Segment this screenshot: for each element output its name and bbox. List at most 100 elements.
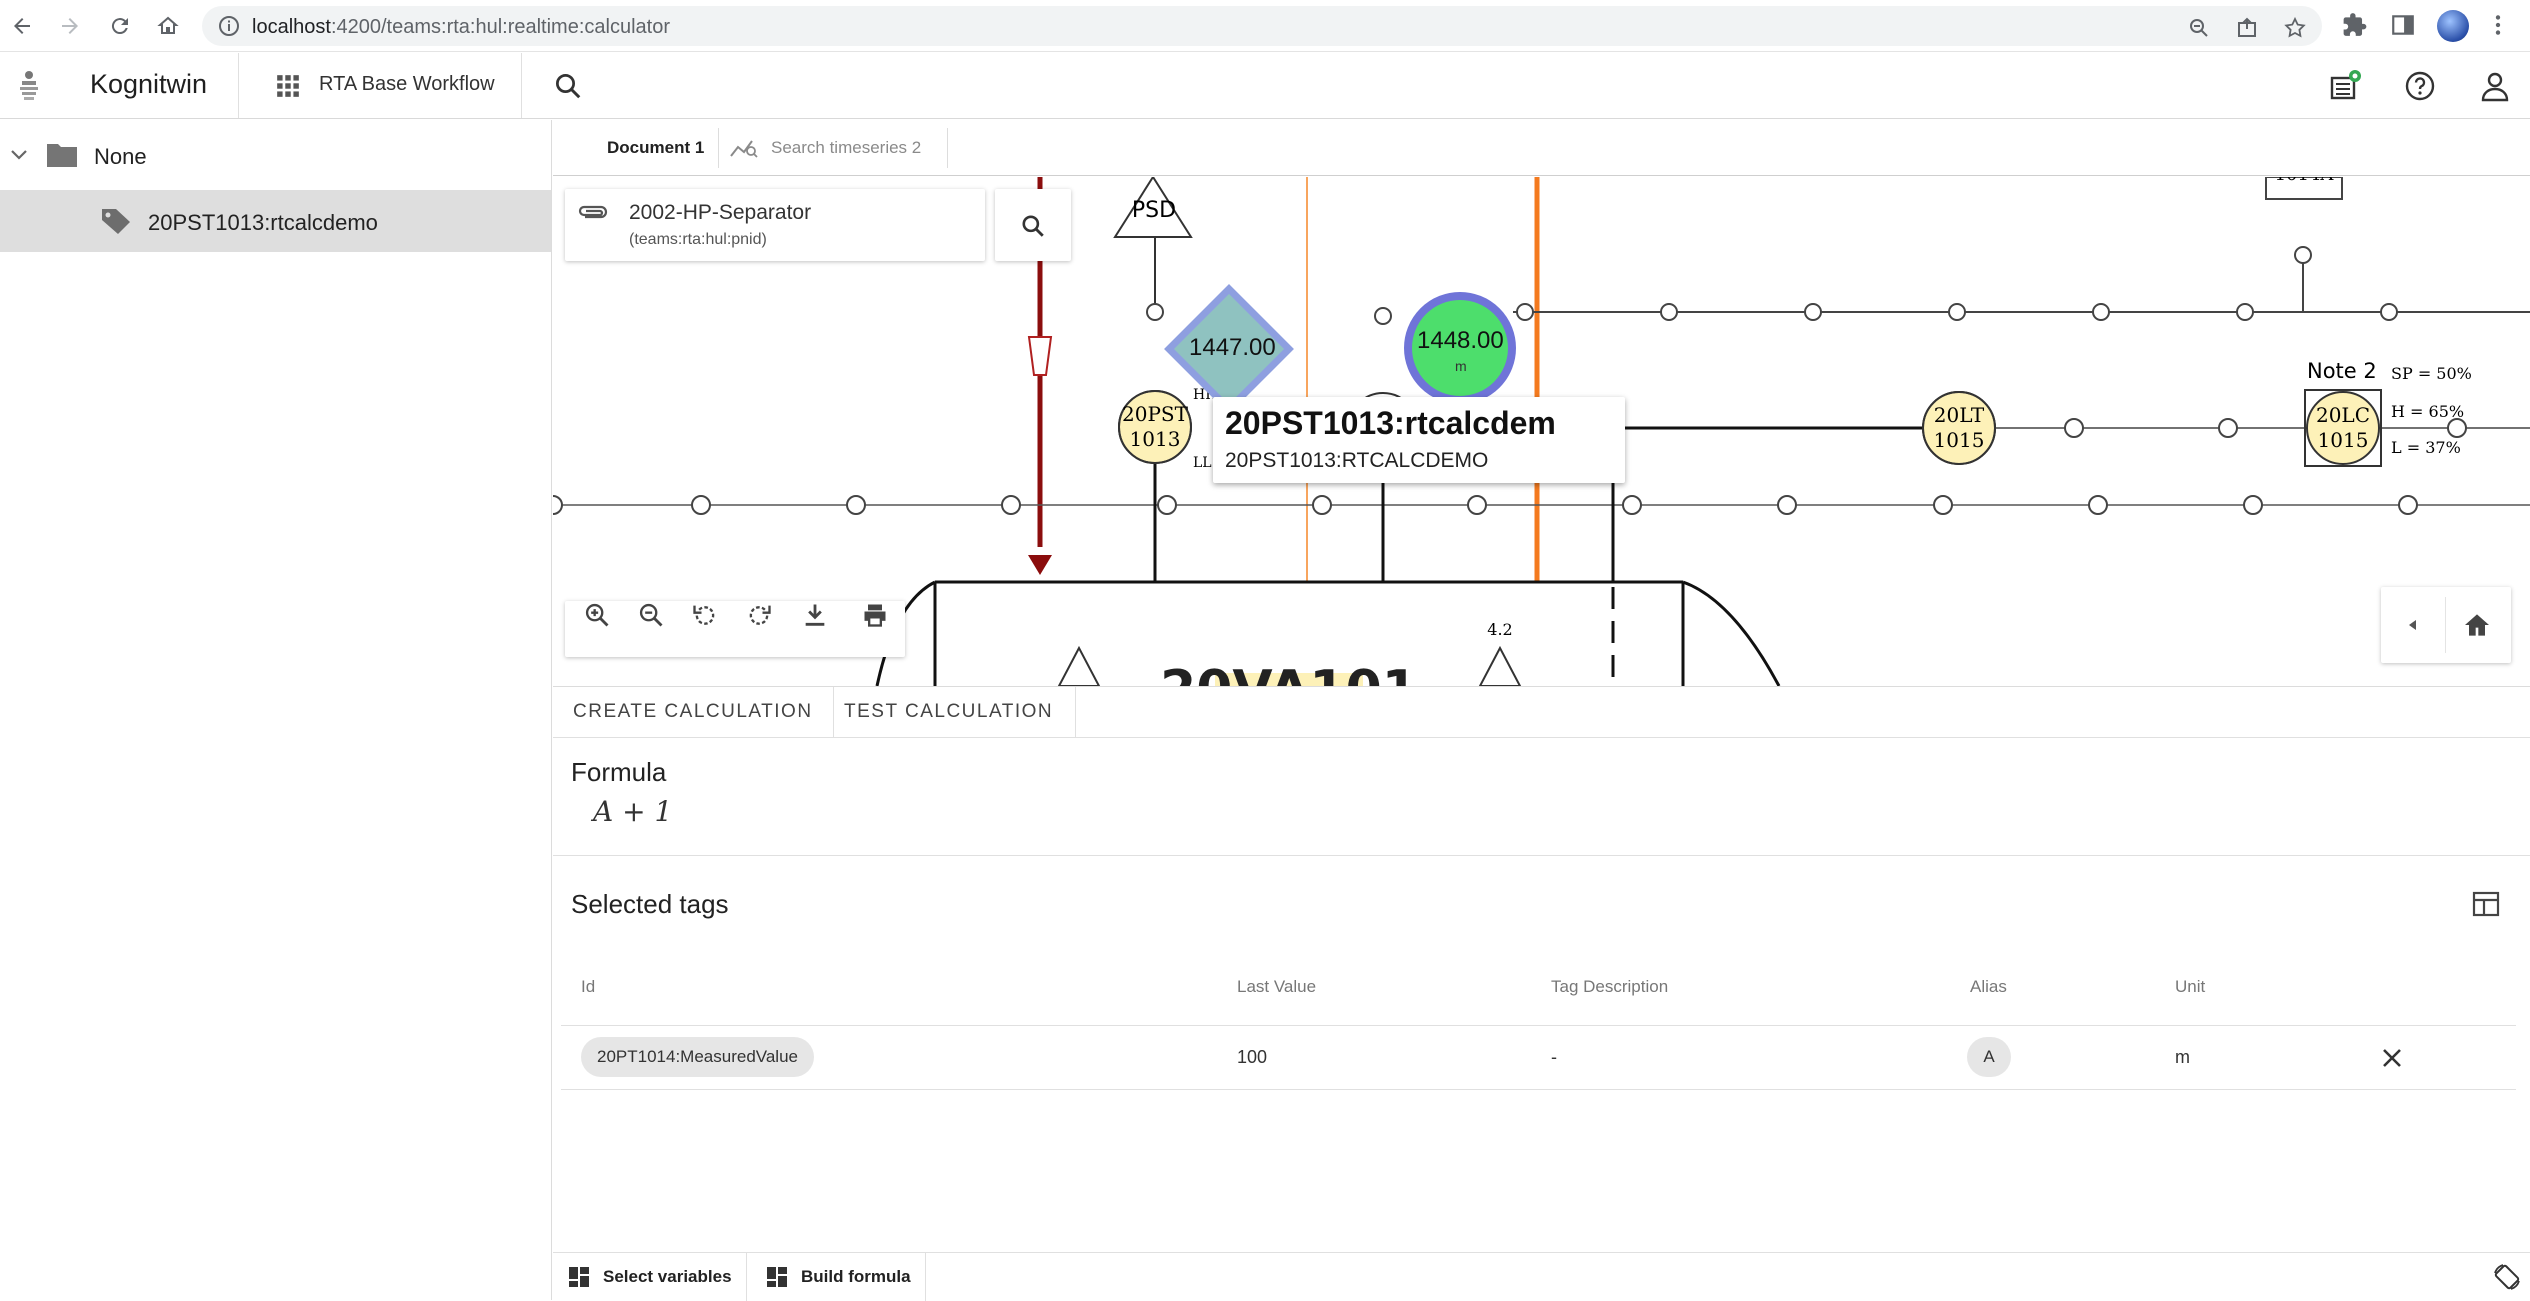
table-row-divider <box>561 1089 2516 1090</box>
back-icon[interactable] <box>6 10 38 42</box>
rotate-left-icon[interactable] <box>691 601 719 629</box>
unit-cell: m <box>2175 1047 2190 1067</box>
tag-icon <box>102 209 130 234</box>
column-header-last-value[interactable]: Last Value <box>1237 977 1316 997</box>
tag-description-cell: - <box>1551 1047 1557 1067</box>
l-label: L = 37% <box>2391 438 2461 457</box>
circle-value-unit: m <box>1455 358 1467 374</box>
vessel-tag-label: 20VA101 <box>1160 660 1418 686</box>
header-divider <box>238 53 239 118</box>
tooltip-subtitle: 20PST1013:RTCALCDEMO <box>1225 449 1489 472</box>
formula-title: Formula <box>571 757 667 787</box>
browser-toolbar: localhost:4200/teams:rta:hul:realtime:ca… <box>0 0 2530 52</box>
profile-avatar[interactable] <box>2437 10 2469 42</box>
selected-tags-title: Selected tags <box>571 889 729 919</box>
diamond-value-marker[interactable]: 1447.00 <box>1189 334 1276 362</box>
tab-create-calculation[interactable]: CREATE CALCULATION <box>553 687 834 737</box>
chevron-down-icon[interactable] <box>8 144 30 166</box>
tree-item-label: None <box>94 144 147 169</box>
dashboard-icon <box>569 1267 589 1287</box>
extensions-icon[interactable] <box>2342 12 2368 38</box>
column-header-id[interactable]: Id <box>581 977 595 997</box>
circle-value-marker[interactable]: 1448.00 <box>1417 327 1504 355</box>
nav-divider <box>2445 597 2446 653</box>
notifications-icon[interactable] <box>2328 69 2362 103</box>
address-bar[interactable]: localhost:4200/teams:rta:hul:realtime:ca… <box>202 6 2322 46</box>
document-file-card[interactable]: 2002-HP-Separator (teams:rta:hul:pnid) <box>565 189 985 261</box>
attachment-icon <box>578 205 608 219</box>
table-header-divider <box>561 1025 2516 1026</box>
document-path: (teams:rta:hul:pnid) <box>629 231 767 248</box>
column-header-alias[interactable]: Alias <box>1970 977 2007 997</box>
close-icon[interactable] <box>2379 1045 2405 1071</box>
build-formula-button[interactable]: Build formula <box>765 1253 926 1301</box>
diagram-toolbar <box>565 601 905 657</box>
search-icon[interactable] <box>553 71 583 101</box>
pnid-diagram[interactable]: 1014A 4.2 20VA101 20P <box>553 177 2530 686</box>
select-variables-button[interactable]: Select variables <box>567 1253 747 1301</box>
vessel-ref-label: 4.2 <box>1487 620 1512 639</box>
help-icon[interactable] <box>2403 69 2437 103</box>
zoom-in-icon[interactable] <box>583 601 611 629</box>
note2-label: Note 2 <box>2307 359 2377 383</box>
dashboard-icon <box>767 1267 787 1287</box>
tab-divider <box>718 128 719 168</box>
tooltip-title: 20PST1013:rtcalcdem <box>1225 405 1556 441</box>
zoom-out-icon[interactable] <box>637 601 665 629</box>
print-icon[interactable] <box>861 601 889 629</box>
collapse-left-icon[interactable] <box>2403 615 2423 635</box>
tab-search-timeseries-2[interactable]: Search timeseries 2 <box>729 120 921 176</box>
app-brand[interactable]: Kognitwin <box>90 69 207 100</box>
ll-label: LL <box>1193 455 1212 471</box>
diagram-search-button[interactable] <box>995 189 1071 261</box>
browser-menu-icon[interactable] <box>2485 12 2511 38</box>
apps-grid-icon[interactable] <box>275 73 301 99</box>
tab-test-calculation[interactable]: TEST CALCULATION <box>822 687 1077 737</box>
screen-rotation-icon[interactable] <box>2491 1261 2523 1293</box>
section-divider <box>553 855 2530 856</box>
zoom-out-icon[interactable] <box>2188 17 2210 39</box>
lc-label-top: 20LC <box>2316 403 2370 427</box>
lt-label-bottom: 1015 <box>1934 428 1985 452</box>
tree-item-label: 20PST1013:rtcalcdemo <box>148 210 378 235</box>
tag-id-chip[interactable]: 20PT1014:MeasuredValue <box>581 1037 814 1077</box>
pst-label-bottom: 1013 <box>1130 427 1181 451</box>
tabs-divider <box>553 737 2530 738</box>
lc-label-bottom: 1015 <box>2318 428 2369 452</box>
column-header-tag-description[interactable]: Tag Description <box>1551 977 1668 997</box>
home-icon[interactable] <box>152 10 184 42</box>
header-divider <box>521 53 522 118</box>
tree-panel: None 20PST1013:rtcalcdemo <box>0 120 552 1300</box>
share-icon[interactable] <box>2236 17 2258 39</box>
rotate-right-icon[interactable] <box>745 601 773 629</box>
reload-icon[interactable] <box>104 10 136 42</box>
document-name: 2002-HP-Separator <box>629 201 812 224</box>
bookmark-star-icon[interactable] <box>2284 17 2306 39</box>
formula-expression: A + 1 <box>593 795 673 828</box>
download-icon[interactable] <box>801 601 829 629</box>
tag-tooltip: 20PST1013:rtcalcdem 20PST1013:RTCALCDEMO <box>1213 397 1625 483</box>
sp-label: SP = 50% <box>2391 364 2472 383</box>
workflow-selector[interactable]: RTA Base Workflow <box>319 73 495 96</box>
folder-icon <box>47 144 77 167</box>
lt-label-top: 20LT <box>1934 403 1985 427</box>
alias-chip[interactable]: A <box>1967 1037 2011 1077</box>
last-value-cell: 100 <box>1237 1047 1268 1067</box>
tab-divider <box>947 128 948 168</box>
tab-document-1[interactable]: Document 1 <box>607 120 704 176</box>
column-header-unit[interactable]: Unit <box>2175 977 2205 997</box>
user-account-icon[interactable] <box>2478 69 2512 103</box>
site-info-icon[interactable] <box>218 15 240 37</box>
forward-icon[interactable] <box>54 10 86 42</box>
tree-item-rtcalcdemo[interactable]: 20PST1013:rtcalcdemo <box>0 190 551 252</box>
h-label: H = 65% <box>2391 402 2464 421</box>
timeseries-chart-icon <box>730 140 758 158</box>
search-icon <box>1022 215 1044 237</box>
calculation-panel: CREATE CALCULATION TEST CALCULATION Form… <box>553 686 2530 1252</box>
app-header: Kognitwin RTA Base Workflow <box>0 53 2530 119</box>
tree-item-none[interactable]: None <box>0 124 551 186</box>
side-panel-icon[interactable] <box>2390 12 2416 38</box>
table-columns-icon[interactable] <box>2471 889 2501 919</box>
home-icon[interactable] <box>2461 609 2493 641</box>
pst-label-top: 20PST <box>1122 402 1189 426</box>
